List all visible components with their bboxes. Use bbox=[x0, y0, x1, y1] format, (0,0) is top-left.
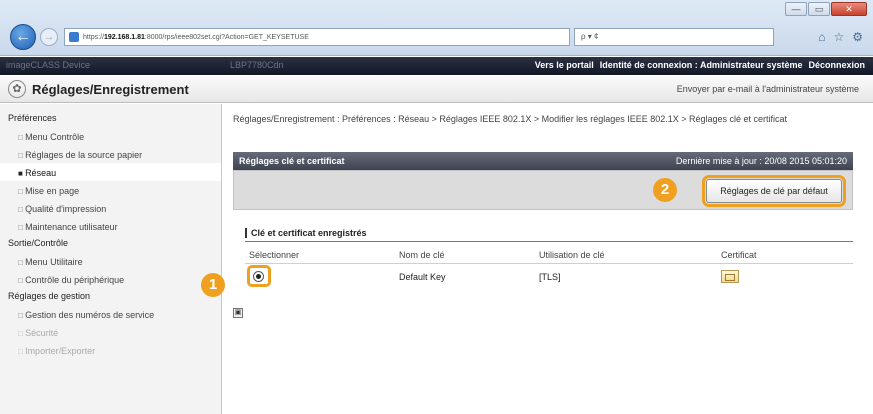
sidebar-section-sortie[interactable]: Sortie/Contrôle bbox=[0, 235, 221, 252]
page-nav-icon[interactable]: ▣ bbox=[233, 308, 243, 318]
forward-arrow-icon[interactable]: → bbox=[40, 28, 58, 46]
sidebar-item-maintenance[interactable]: Maintenance utilisateur bbox=[0, 217, 221, 235]
sidebar-section-preferences[interactable]: Préférences bbox=[0, 110, 221, 127]
url-host: 192.168.1.81 bbox=[104, 33, 145, 41]
browser-toolbar-icons: ⌂ ☆ ⚙ bbox=[818, 30, 863, 44]
sidebar-item-reseau[interactable]: Réseau bbox=[0, 163, 221, 181]
login-identity-link[interactable]: Identité de connexion : Administrateur s… bbox=[600, 60, 803, 70]
url-prefix: https:// bbox=[83, 33, 105, 41]
gear-icon[interactable]: ⚙ bbox=[852, 30, 863, 44]
callout-1: 1 bbox=[201, 273, 225, 297]
site-icon bbox=[69, 32, 79, 42]
section-divider bbox=[245, 241, 853, 242]
device-name: imageCLASS Device bbox=[6, 60, 91, 70]
breadcrumb: Réglages/Enregistrement : Préférences : … bbox=[233, 114, 788, 124]
star-icon[interactable]: ☆ bbox=[833, 30, 844, 44]
sidebar-item-mise-en-page[interactable]: Mise en page bbox=[0, 181, 221, 199]
table-header-row: Sélectionner Nom de clé Utilisation de c… bbox=[245, 247, 853, 264]
keys-table: Sélectionner Nom de clé Utilisation de c… bbox=[245, 247, 853, 290]
home-icon[interactable]: ⌂ bbox=[818, 30, 825, 44]
sidebar-item-import-export[interactable]: Importer/Exporter bbox=[0, 341, 221, 359]
table-row: Default Key [TLS] bbox=[245, 264, 853, 291]
app-header: ✿ Réglages/Enregistrement Envoyer par e-… bbox=[0, 76, 873, 103]
search-box[interactable]: ρ ▾ ¢ bbox=[574, 28, 774, 46]
logout-link[interactable]: Déconnexion bbox=[808, 60, 865, 70]
top-bar: imageCLASS Device LBP7780Cdn Vers le por… bbox=[0, 57, 873, 75]
minimize-button[interactable]: — bbox=[785, 2, 807, 16]
device-model: LBP7780Cdn bbox=[230, 60, 284, 70]
header-certificate: Certificat bbox=[717, 247, 853, 264]
last-update: Dernière mise à jour : 20/08 2015 05:01:… bbox=[675, 156, 847, 166]
sidebar-item-securite[interactable]: Sécurité bbox=[0, 323, 221, 341]
sidebar-item-numeros-service[interactable]: Gestion des numéros de service bbox=[0, 305, 221, 323]
sidebar: Préférences Menu Contrôle Réglages de la… bbox=[0, 104, 222, 414]
portal-link[interactable]: Vers le portail bbox=[535, 60, 594, 70]
page-title: Réglages/Enregistrement bbox=[32, 82, 189, 97]
select-radio[interactable] bbox=[253, 271, 264, 282]
url-path: :8000/rps/ieee802set.cgi?Action=GET_KEYS… bbox=[144, 33, 309, 41]
settings-flower-icon: ✿ bbox=[8, 80, 26, 98]
back-arrow-icon[interactable]: ← bbox=[10, 24, 36, 50]
close-button[interactable]: ✕ bbox=[831, 2, 867, 16]
sidebar-item-menu-controle[interactable]: Menu Contrôle bbox=[0, 127, 221, 145]
certificate-icon[interactable] bbox=[721, 269, 739, 283]
sidebar-section-gestion[interactable]: Réglages de gestion bbox=[0, 288, 221, 305]
default-key-settings-button[interactable]: Réglages de clé par défaut bbox=[702, 175, 846, 207]
panel-title: Réglages clé et certificat bbox=[239, 156, 345, 166]
certificate-cell bbox=[717, 264, 853, 291]
header-select: Sélectionner bbox=[245, 247, 395, 264]
key-name-link[interactable]: Default Key bbox=[399, 272, 446, 282]
key-name-cell: Default Key bbox=[395, 264, 535, 291]
address-bar[interactable]: https://192.168.1.81:8000/rps/ieee802set… bbox=[64, 28, 570, 46]
select-radio-wrapper bbox=[247, 265, 273, 287]
select-cell bbox=[245, 264, 395, 291]
key-usage-cell: [TLS] bbox=[539, 272, 561, 282]
sidebar-item-qualite-impression[interactable]: Qualité d'impression bbox=[0, 199, 221, 217]
email-admin-link[interactable]: Envoyer par e-mail à l'administrateur sy… bbox=[677, 84, 859, 94]
browser-chrome: — ▭ ✕ ← → https://192.168.1.81:8000/rps/… bbox=[0, 0, 873, 56]
sidebar-item-menu-utilitaire[interactable]: Menu Utilitaire bbox=[0, 252, 221, 270]
top-links: Vers le portail Identité de connexion : … bbox=[535, 60, 865, 70]
sidebar-item-source-papier[interactable]: Réglages de la source papier bbox=[0, 145, 221, 163]
main-content: Réglages/Enregistrement : Préférences : … bbox=[201, 104, 873, 414]
panel-header: Réglages clé et certificat Dernière mise… bbox=[233, 152, 853, 170]
window-controls: — ▭ ✕ bbox=[785, 2, 867, 16]
header-key-usage: Utilisation de clé bbox=[535, 247, 717, 264]
panel-toolbar: Réglages de clé par défaut bbox=[233, 170, 853, 210]
maximize-button[interactable]: ▭ bbox=[808, 2, 830, 16]
header-key-name: Nom de clé bbox=[395, 247, 535, 264]
callout-2: 2 bbox=[653, 178, 677, 202]
section-title: Clé et certificat enregistrés bbox=[245, 228, 367, 238]
sidebar-item-controle-peripherique[interactable]: Contrôle du périphérique bbox=[0, 270, 221, 288]
